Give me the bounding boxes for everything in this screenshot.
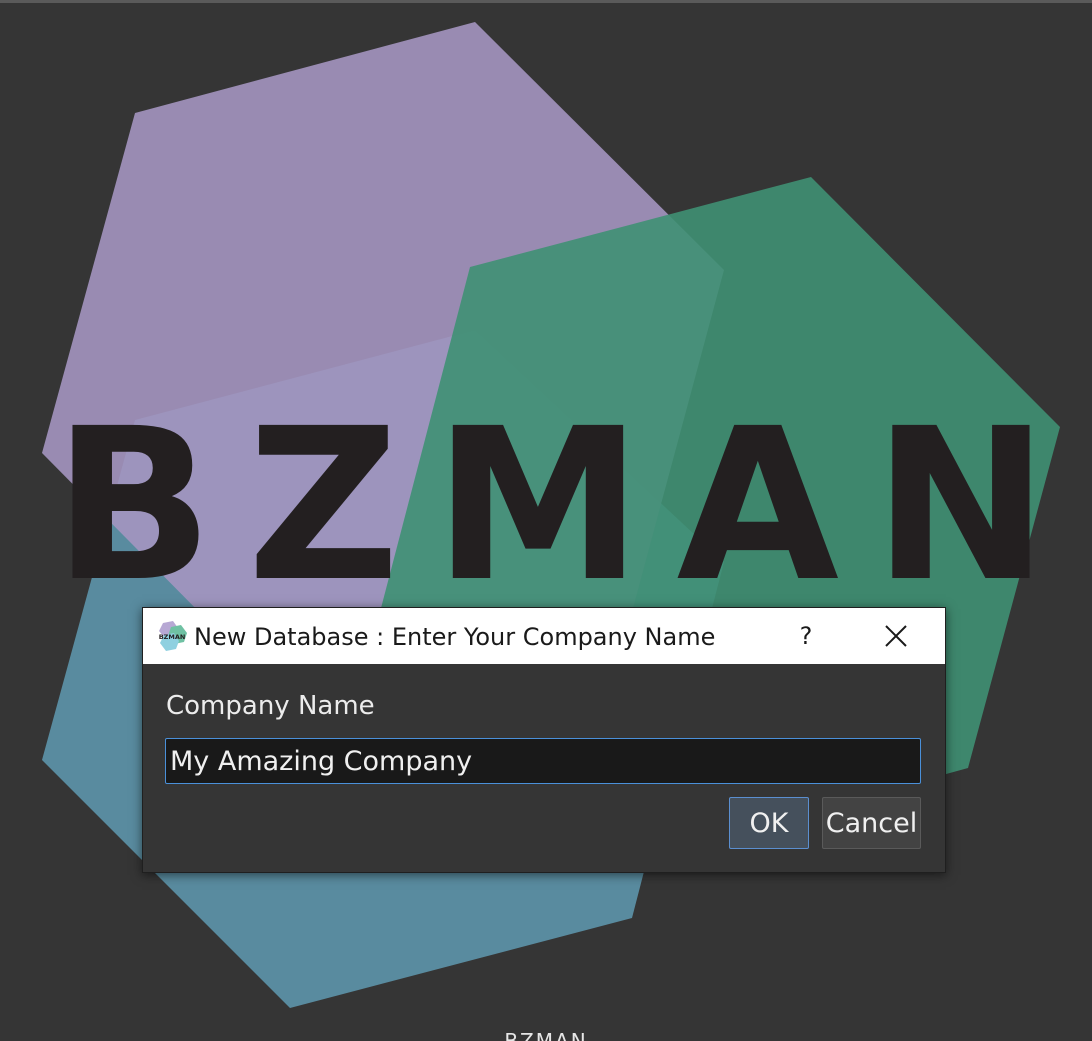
cancel-button[interactable]: Cancel: [822, 797, 921, 849]
splash-screen: BZMAN BZMAN BZMAN New Database : Enter Y…: [0, 0, 1092, 1041]
ok-button[interactable]: OK: [729, 797, 809, 849]
dialog-titlebar[interactable]: BZMAN New Database : Enter Your Company …: [143, 608, 945, 664]
dialog-title: New Database : Enter Your Company Name: [194, 623, 716, 651]
help-button[interactable]: ?: [783, 616, 829, 656]
bzman-splash-logo: BZMAN: [42, 22, 1083, 1008]
company-name-input[interactable]: [165, 738, 921, 784]
close-button[interactable]: [873, 616, 919, 656]
new-database-dialog: BZMAN New Database : Enter Your Company …: [142, 607, 946, 873]
app-icon-text: BZMAN: [159, 633, 186, 641]
company-name-label: Company Name: [166, 691, 375, 721]
splash-caption: BZMAN: [504, 1029, 588, 1041]
bzman-app-icon: BZMAN: [159, 621, 187, 651]
logo-text: BZMAN: [53, 383, 1083, 628]
close-icon: [885, 625, 907, 647]
